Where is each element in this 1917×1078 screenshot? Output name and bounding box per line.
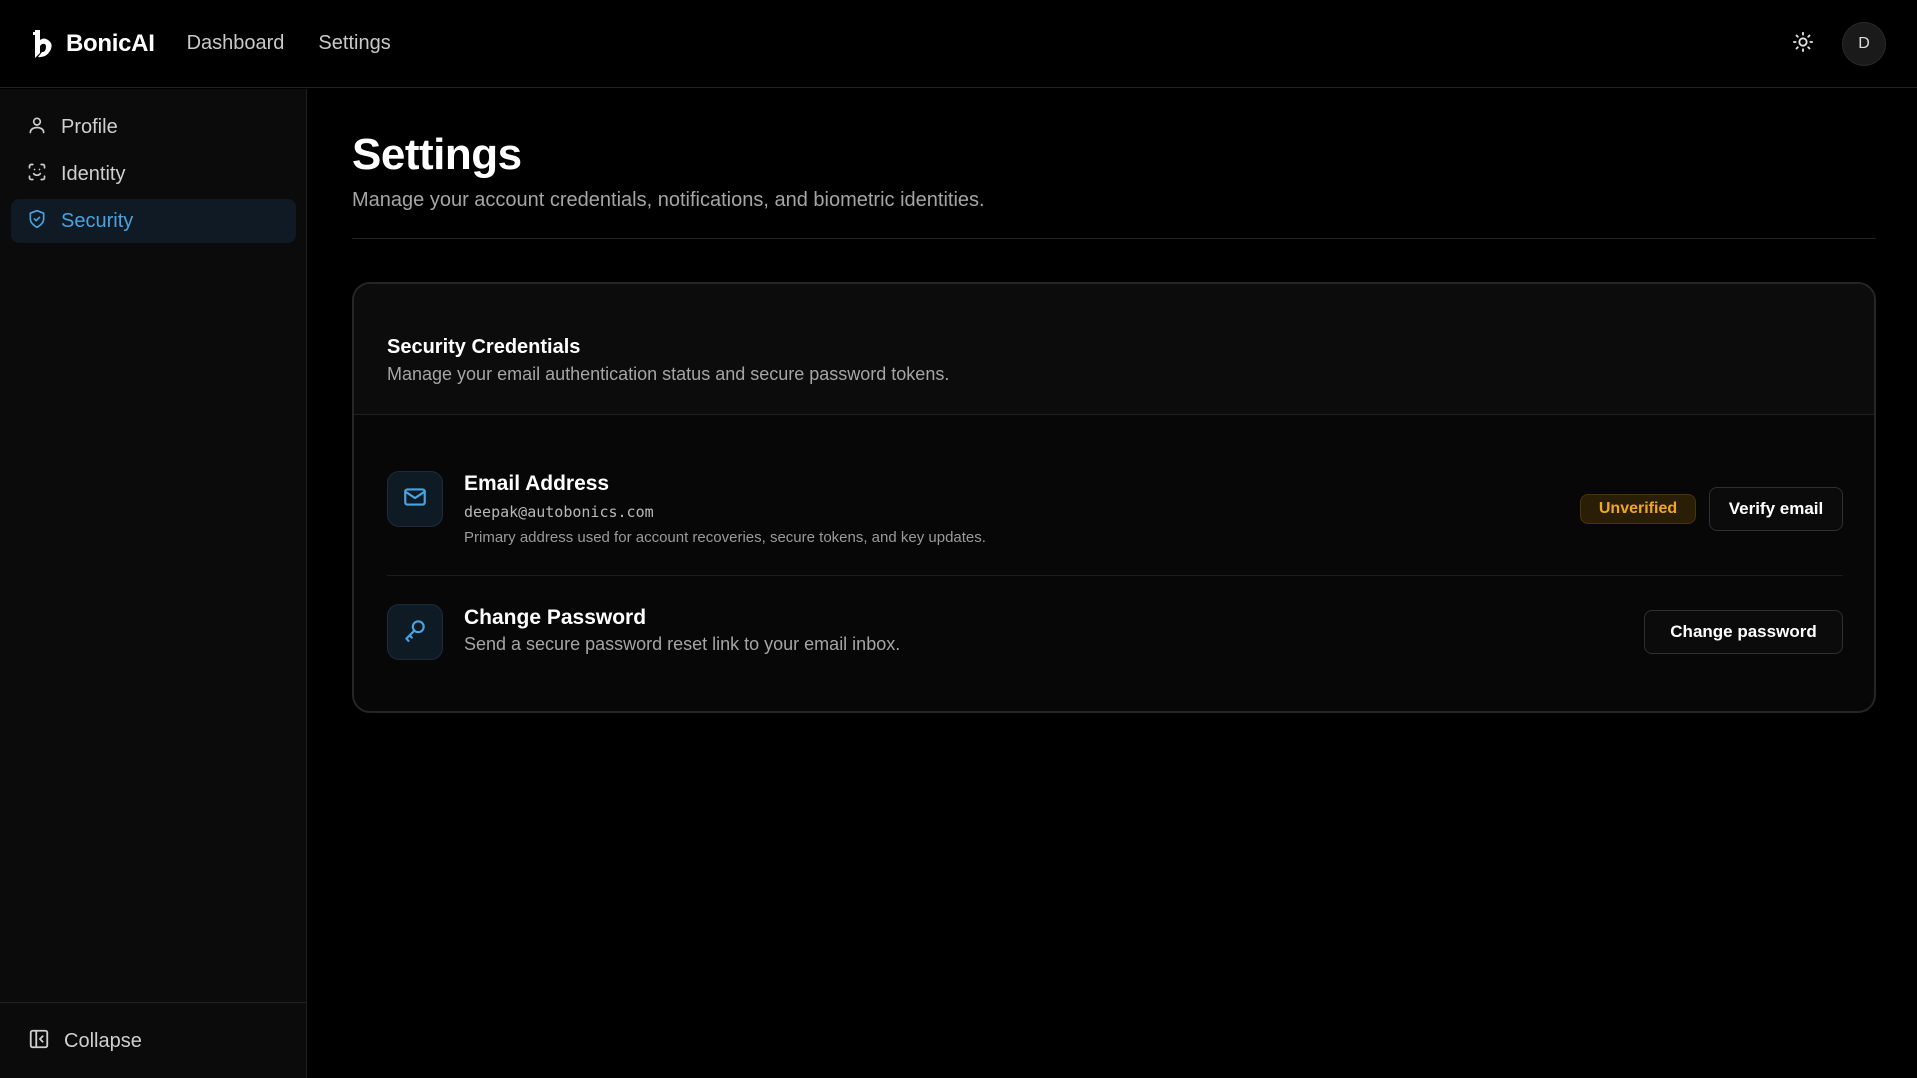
sidebar-item-identity[interactable]: Identity bbox=[11, 152, 296, 196]
avatar[interactable]: D bbox=[1842, 22, 1886, 66]
shield-check-icon bbox=[27, 209, 47, 234]
page-subtitle: Manage your account credentials, notific… bbox=[352, 189, 985, 211]
email-value: deepak@autobonics.com bbox=[464, 503, 654, 521]
email-row-icon-box bbox=[387, 471, 443, 527]
sidebar-item-label: Profile bbox=[61, 115, 118, 138]
card-description: Manage your email authentication status … bbox=[387, 364, 950, 384]
email-title: Email Address bbox=[464, 472, 610, 495]
theme-toggle-button[interactable] bbox=[1790, 31, 1816, 57]
security-credentials-card: Security Credentials Manage your email a… bbox=[352, 282, 1876, 713]
row-divider bbox=[387, 575, 1843, 576]
collapse-sidebar-button[interactable]: Collapse bbox=[28, 1028, 142, 1055]
sidebar: Profile Identity Security Collapse bbox=[0, 89, 307, 1078]
card-header: Security Credentials Manage your email a… bbox=[354, 284, 1874, 415]
sidebar-item-profile[interactable]: Profile bbox=[11, 105, 296, 149]
face-scan-icon bbox=[27, 162, 47, 187]
password-title: Change Password bbox=[464, 606, 647, 629]
brand-name: BonicAI bbox=[66, 29, 155, 57]
top-nav: Dashboard Settings bbox=[187, 32, 391, 55]
sidebar-item-label: Identity bbox=[61, 162, 126, 185]
bonicai-logo-icon bbox=[30, 28, 58, 60]
top-bar: BonicAI Dashboard Settings D bbox=[0, 0, 1917, 88]
sidebar-item-security[interactable]: Security bbox=[11, 199, 296, 243]
divider bbox=[352, 238, 1876, 239]
collapse-label: Collapse bbox=[64, 1030, 142, 1052]
sidebar-item-label: Security bbox=[61, 209, 134, 232]
brand[interactable]: BonicAI bbox=[30, 28, 155, 60]
status-badge: Unverified bbox=[1580, 494, 1696, 524]
page-title: Settings bbox=[352, 130, 522, 179]
panel-collapse-icon bbox=[28, 1028, 50, 1055]
change-password-button[interactable]: Change password bbox=[1644, 610, 1843, 654]
key-icon bbox=[402, 617, 428, 648]
user-icon bbox=[27, 115, 47, 140]
card-title: Security Credentials bbox=[387, 336, 581, 358]
nav-link-settings[interactable]: Settings bbox=[318, 32, 390, 55]
sun-icon bbox=[1792, 31, 1814, 58]
mail-icon bbox=[402, 484, 428, 515]
verify-email-button[interactable]: Verify email bbox=[1709, 487, 1843, 531]
password-row-icon-box bbox=[387, 604, 443, 660]
nav-link-dashboard[interactable]: Dashboard bbox=[187, 32, 285, 55]
sidebar-footer: Collapse bbox=[0, 1002, 306, 1078]
email-note: Primary address used for account recover… bbox=[464, 529, 986, 546]
password-description: Send a secure password reset link to you… bbox=[464, 634, 901, 654]
